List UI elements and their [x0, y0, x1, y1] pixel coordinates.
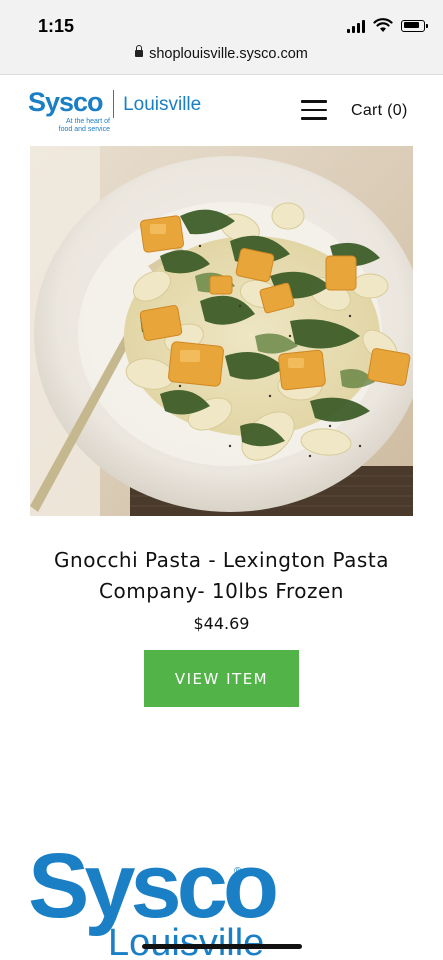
product-title-line-1: Gnocchi Pasta - Lexington Pasta [54, 548, 389, 572]
battery-icon [401, 19, 428, 32]
footer-registered-mark: ® [234, 866, 242, 877]
status-time: 1:15 [38, 16, 75, 36]
footer-logo[interactable]: Sysco ® Louisville [28, 840, 428, 960]
product-image[interactable] [30, 146, 413, 516]
cart-link[interactable]: Cart (0) [351, 102, 408, 120]
brand-tagline: At the heart of food and service [58, 118, 110, 133]
lock-icon [135, 44, 144, 57]
product-price: $44.69 [193, 614, 250, 633]
hamburger-menu-icon[interactable] [301, 100, 327, 120]
brand-divider [112, 90, 115, 118]
footer-brand-city: Louisville [108, 922, 265, 960]
brand-city: Louisville [123, 94, 202, 115]
site-header: Sysco At the heart of food and service L… [0, 75, 443, 145]
home-indicator[interactable] [142, 944, 302, 949]
product-title: Gnocchi Pasta - Lexington Pasta Company-… [0, 545, 443, 607]
status-icons [347, 18, 428, 33]
cellular-signal-icon [347, 19, 365, 33]
url-text: shoplouisville.sysco.com [149, 46, 308, 62]
wifi-icon [373, 18, 393, 32]
brand-name: Sysco [28, 87, 104, 117]
page: 1:15 shoplouisville.sysco.com Sysco At t… [0, 0, 443, 960]
browser-status-bar: 1:15 shoplouisville.sysco.com [0, 0, 443, 75]
brand-logo[interactable]: Sysco At the heart of food and service L… [28, 87, 202, 134]
view-item-button[interactable]: VIEW ITEM [144, 650, 299, 707]
product-title-line-2: Company- 10lbs Frozen [99, 579, 344, 603]
gnocchi-dish-illustration [30, 146, 413, 516]
url-bar[interactable]: shoplouisville.sysco.com [0, 44, 443, 62]
footer-brand-name: Sysco [28, 835, 279, 937]
